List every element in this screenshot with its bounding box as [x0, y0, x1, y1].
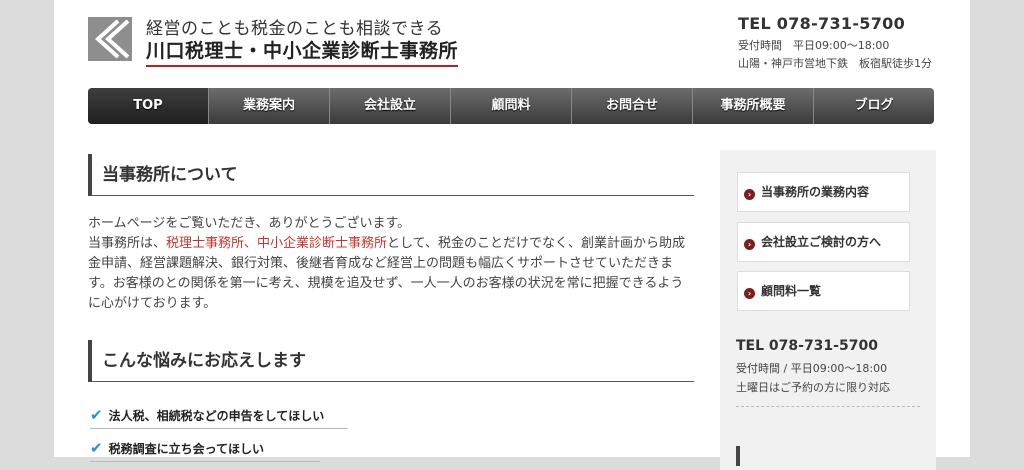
- nav-item-top[interactable]: TOP: [88, 88, 209, 124]
- nav-item-contact[interactable]: お問合せ: [572, 88, 693, 124]
- sidebar-tel[interactable]: TEL 078-731-5700: [736, 338, 878, 354]
- sidebar-link-label: 会社設立ご検討の方へ: [761, 235, 882, 249]
- chevron-right-icon: ›: [744, 189, 755, 200]
- intro-pre: 当事務所は、: [88, 236, 167, 251]
- concern-item: ✔ 法人税、相続税などの申告をしてほしい: [90, 406, 348, 429]
- sidebar-link-fees[interactable]: › 顧問料一覧: [737, 271, 910, 311]
- check-icon: ✔: [90, 406, 103, 424]
- sidebar-link-company-setup[interactable]: › 会社設立ご検討の方へ: [737, 222, 910, 262]
- chevron-right-icon: ›: [744, 288, 755, 299]
- sidebar-divider: [736, 406, 920, 407]
- header-hours: 受付時間 平日09:00～18:00: [738, 39, 890, 52]
- check-icon: ✔: [90, 439, 103, 457]
- section-title-concerns: こんな悩みにお応えします: [88, 340, 694, 382]
- sidebar-note: 土曜日はご予約の方に限り対応: [736, 381, 890, 394]
- concern-item: ✔ 税務調査に立ち会ってほしい: [90, 439, 320, 462]
- header-access: 山陽・神戸市営地下鉄 板宿駅徒歩1分: [738, 57, 932, 70]
- section-title-about: 当事務所について: [88, 154, 694, 196]
- nav-item-blog[interactable]: ブログ: [814, 88, 934, 124]
- concern-label: 税務調査に立ち会ってほしい: [108, 442, 264, 456]
- intro-paragraph: 当事務所は、税理士事務所、中小企業診断士事務所として、税金のことだけでなく、創業…: [88, 234, 694, 314]
- nav-item-about[interactable]: 事務所概要: [693, 88, 814, 124]
- concern-label: 法人税、相続税などの申告をしてほしい: [108, 409, 325, 423]
- sidebar: › 当事務所の業務内容 › 会社設立ご検討の方へ › 顧問料一覧 TEL 078-73…: [720, 150, 936, 470]
- nav-item-services[interactable]: 業務案内: [209, 88, 330, 124]
- sidebar-heading-bar: [736, 446, 740, 466]
- chevron-logo-icon[interactable]: [88, 17, 132, 61]
- header-tel[interactable]: TEL 078-731-5700: [738, 14, 905, 33]
- main-nav: TOP 業務案内 会社設立 顧問料 お問合せ 事務所概要 ブログ: [88, 88, 934, 124]
- intro-highlight: 税理士事務所、中小企業診断士事務所: [166, 236, 388, 251]
- page: 経営のことも税金のことも相談できる 川口税理士・中小企業診断士事務所 TEL 0…: [54, 0, 970, 470]
- nav-item-company-setup[interactable]: 会社設立: [330, 88, 451, 124]
- sidebar-hours: 受付時間 / 平日09:00～18:00: [736, 362, 888, 375]
- nav-item-fees[interactable]: 顧問料: [451, 88, 572, 124]
- sidebar-link-label: 当事務所の業務内容: [761, 185, 870, 199]
- intro-text: ホームページをご覧いただき、ありがとうございます。 当事務所は、税理士事務所、中…: [88, 214, 694, 314]
- intro-line: ホームページをご覧いただき、ありがとうございます。: [88, 216, 411, 231]
- sidebar-link-label: 顧問料一覧: [761, 284, 822, 298]
- chevron-right-icon: ›: [744, 239, 755, 250]
- site-brand[interactable]: 川口税理士・中小企業診断士事務所: [146, 36, 459, 67]
- sidebar-link-services[interactable]: › 当事務所の業務内容: [737, 172, 910, 212]
